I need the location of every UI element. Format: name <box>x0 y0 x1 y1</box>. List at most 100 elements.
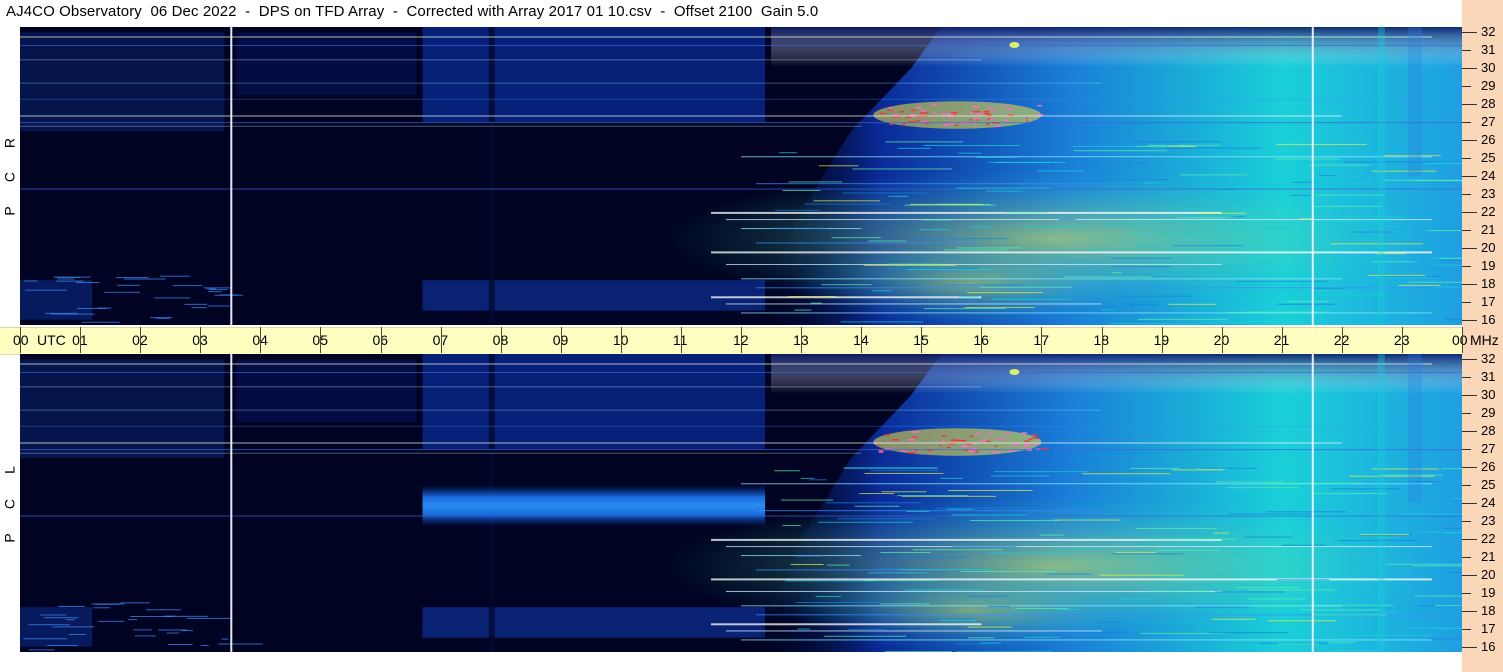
activity-streak <box>979 286 1072 288</box>
interference-line <box>20 188 1462 190</box>
activity-streak <box>1209 632 1289 634</box>
activity-streak <box>1324 610 1345 612</box>
freq-tick-label: 20 <box>1481 566 1496 582</box>
activity-streak <box>1098 621 1125 623</box>
activity-streak <box>1064 276 1151 278</box>
burst-speck <box>932 112 937 114</box>
time-tick-mark <box>741 327 742 353</box>
activity-streak <box>1248 589 1336 591</box>
interference-line <box>20 114 1342 117</box>
freq-tick-mark <box>1462 503 1477 504</box>
activity-streak <box>1347 182 1374 184</box>
freq-tick-mark <box>1462 68 1477 70</box>
activity-streak <box>1233 216 1245 218</box>
burst-spot <box>1009 41 1020 48</box>
time-tick-mark <box>380 327 382 353</box>
activity-streak <box>1116 295 1193 297</box>
activity-streak <box>888 195 909 197</box>
activity-streak <box>1076 519 1092 521</box>
activity-streak <box>1109 323 1201 325</box>
burst-speck <box>985 123 990 125</box>
interference-line <box>726 630 1102 632</box>
activity-glow <box>789 570 1150 651</box>
activity-streak <box>1439 257 1462 259</box>
activity-streak <box>815 595 842 597</box>
activity-streak <box>57 278 75 280</box>
activity-streak <box>200 644 209 646</box>
burst-speck <box>1025 443 1032 446</box>
burst-speck <box>954 439 962 442</box>
intense-band <box>873 428 1042 456</box>
time-marker-line <box>230 27 233 325</box>
freq-tick-label: 23 <box>1481 185 1496 201</box>
activity-streak <box>956 643 998 645</box>
burst-speck <box>990 118 994 121</box>
activity-streak <box>967 292 1043 294</box>
activity-streak <box>899 569 991 571</box>
activity-streak <box>1329 641 1356 643</box>
activity-streak <box>813 200 880 202</box>
activity-streak <box>958 296 979 298</box>
time-tick-mark <box>260 327 262 353</box>
time-axis-band <box>0 327 1462 355</box>
activity-streak <box>956 247 1022 249</box>
activity-streak <box>218 643 263 645</box>
freq-tick-label: 17 <box>1481 620 1496 636</box>
activity-streak <box>1317 294 1385 296</box>
activity-streak <box>1051 548 1101 550</box>
activity-streak <box>1386 563 1462 565</box>
activity-streak <box>863 264 956 266</box>
freq-tick-mark <box>1462 485 1471 487</box>
interference-line <box>20 441 1342 444</box>
time-tick-mark <box>620 327 622 353</box>
freq-unit-label: MHz <box>1470 332 1499 348</box>
activity-streak <box>1089 249 1102 251</box>
activity-streak <box>1220 191 1297 193</box>
burst-spot <box>1009 368 1020 375</box>
activity-streak <box>809 479 827 481</box>
freq-tick-mark <box>1462 140 1477 142</box>
activity-streak <box>991 298 1071 300</box>
freq-tick-label: 21 <box>1481 221 1496 237</box>
activity-streak <box>1276 143 1367 145</box>
freq-tick-label: 26 <box>1481 132 1496 148</box>
freq-tick-label: 31 <box>1481 42 1496 58</box>
activity-streak <box>1197 212 1247 214</box>
freq-tick-mark <box>1462 193 1471 195</box>
activity-streak <box>53 276 91 278</box>
freq-tick-mark <box>1462 395 1477 397</box>
freq-tick-mark <box>1462 359 1477 361</box>
activity-streak <box>1426 230 1462 232</box>
activity-streak <box>859 493 895 495</box>
activity-streak <box>65 619 75 621</box>
burst-speck <box>985 436 989 439</box>
activity-streak <box>1242 296 1263 298</box>
activity-streak <box>1144 538 1237 540</box>
freq-tick-mark <box>1462 319 1477 321</box>
freq-tick-label: 17 <box>1481 293 1496 309</box>
freq-tick-label: 24 <box>1481 168 1496 183</box>
activity-streak <box>987 605 1011 607</box>
activity-streak <box>43 617 79 619</box>
activity-streak <box>1276 579 1330 581</box>
time-tick-mark <box>1281 327 1283 353</box>
activity-streak <box>209 289 228 291</box>
freq-tick-label: 18 <box>1481 275 1496 291</box>
spectrogram-window: AJ4CO Observatory 06 Dec 2022 - DPS on T… <box>0 0 1503 672</box>
activity-streak <box>1414 595 1462 597</box>
activity-streak <box>1424 162 1462 164</box>
burst-speck <box>946 123 954 125</box>
burst-speck <box>878 451 884 453</box>
activity-streak <box>1409 281 1462 283</box>
burst-speck <box>1026 120 1029 122</box>
activity-streak <box>1330 649 1379 651</box>
activity-streak <box>1082 473 1171 475</box>
activity-streak <box>1104 223 1157 225</box>
freq-tick-label: 28 <box>1481 96 1496 112</box>
activity-streak <box>923 144 1021 146</box>
burst-speck <box>972 106 979 108</box>
lcp-spectrogram <box>20 354 1462 652</box>
time-tick-mark <box>80 327 82 353</box>
activity-streak <box>1134 141 1221 143</box>
freq-tick-mark <box>1462 32 1477 34</box>
